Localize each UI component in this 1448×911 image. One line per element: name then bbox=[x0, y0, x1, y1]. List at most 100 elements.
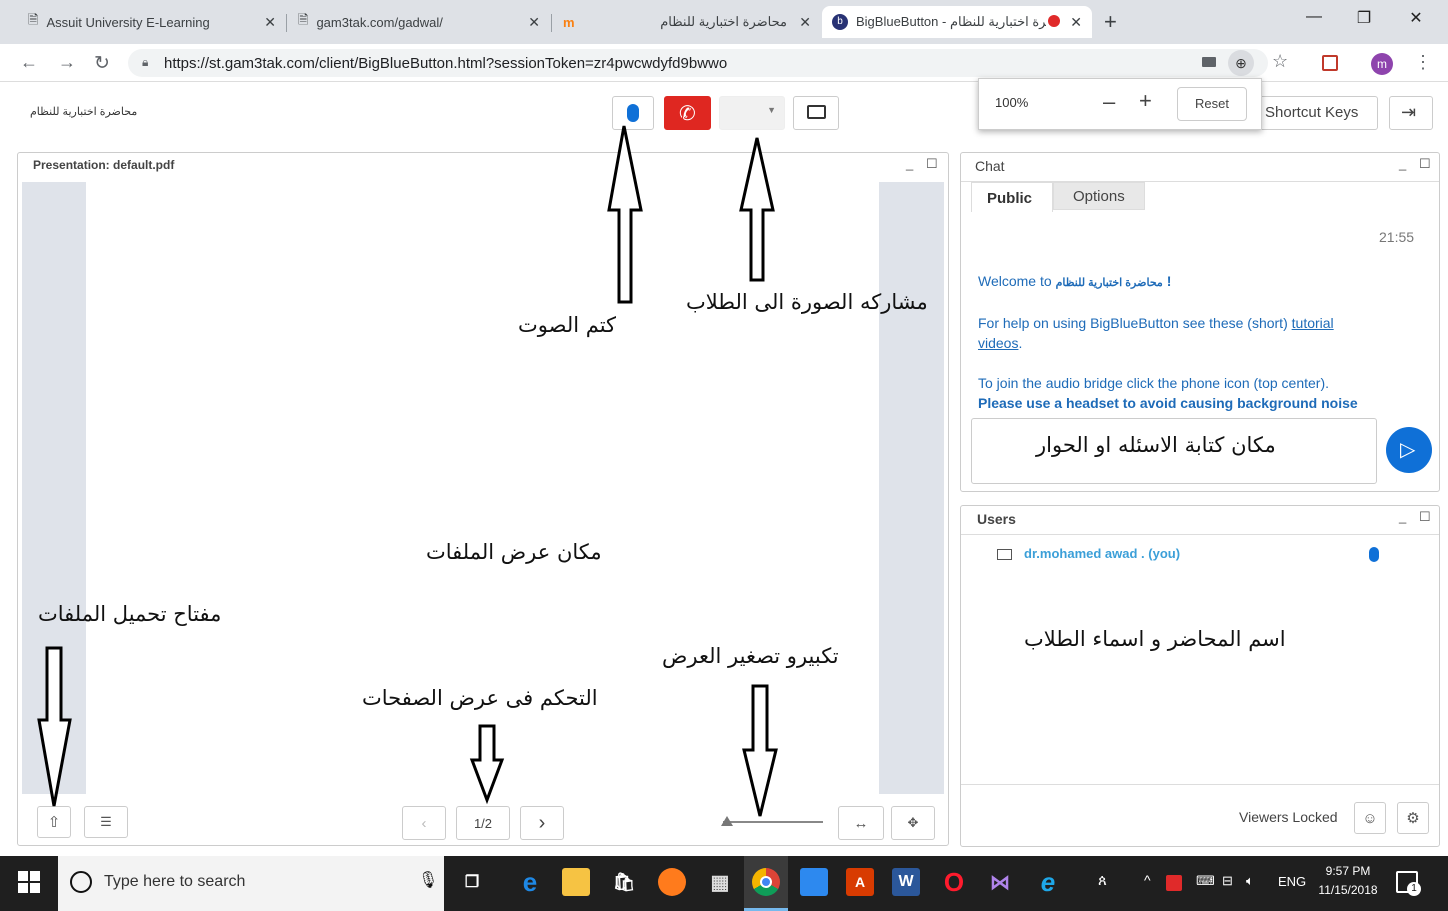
slider-thumb[interactable] bbox=[721, 816, 733, 826]
zoom-out-button[interactable]: – bbox=[1103, 89, 1115, 115]
internet-explorer-icon[interactable]: e bbox=[1034, 867, 1062, 897]
help-period: . bbox=[1018, 335, 1023, 351]
keyboard-icon[interactable]: ⌨ bbox=[1196, 873, 1215, 889]
forward-icon[interactable]: → bbox=[58, 52, 76, 73]
videos-link[interactable]: videos bbox=[978, 335, 1018, 351]
minimize-panel-icon[interactable]: _ bbox=[1399, 156, 1406, 171]
settings-button[interactable]: ⚙ bbox=[1397, 802, 1429, 834]
store-icon[interactable]: 🛍︎ bbox=[610, 868, 638, 896]
notification-button[interactable]: 1 bbox=[1396, 871, 1421, 896]
fit-page-button[interactable]: ✥ bbox=[891, 806, 935, 840]
close-icon[interactable]: ✕ bbox=[799, 14, 811, 31]
restore-icon[interactable]: ❐ bbox=[1344, 8, 1384, 28]
tab-options[interactable]: Options bbox=[1053, 182, 1145, 210]
hangup-button[interactable]: ✆ bbox=[664, 96, 711, 130]
minimize-panel-icon[interactable]: _ bbox=[906, 156, 913, 171]
back-icon[interactable]: ← bbox=[20, 52, 38, 73]
users-title: Users bbox=[977, 511, 1016, 527]
bookmark-star-icon[interactable]: ☆ bbox=[1272, 51, 1288, 72]
volume-icon[interactable]: 🔈︎ bbox=[1246, 873, 1254, 889]
browser-tab-4-active[interactable]: b BigBlueButton - محاضرة اختبارية للنظام… bbox=[822, 6, 1092, 38]
user-row[interactable]: dr.mohamed awad . (you) bbox=[997, 546, 1417, 568]
zoom-reset-button[interactable]: Reset bbox=[1177, 87, 1247, 121]
visual-studio-icon[interactable]: ⋈ bbox=[986, 868, 1014, 896]
send-button[interactable]: ▷ bbox=[1386, 427, 1432, 473]
browser-tabbar: 🗎 Assuit University E-Learning ✕ 🗎 gam3t… bbox=[0, 0, 1448, 44]
start-button[interactable] bbox=[18, 871, 40, 893]
antivirus-icon[interactable] bbox=[1166, 875, 1182, 891]
tab-public[interactable]: Public bbox=[971, 182, 1053, 212]
language-indicator[interactable]: ENG bbox=[1278, 874, 1306, 889]
zoom-icon[interactable]: ⊕ bbox=[1228, 50, 1254, 76]
menu-icon[interactable]: ⋮ bbox=[1414, 52, 1432, 73]
profile-avatar[interactable]: m bbox=[1371, 53, 1393, 75]
zoom-in-button[interactable]: + bbox=[1139, 88, 1152, 114]
close-icon[interactable]: ✕ bbox=[1070, 14, 1082, 31]
minimize-panel-icon[interactable]: _ bbox=[1399, 509, 1406, 524]
tray-chevron-icon[interactable]: ^ bbox=[1144, 872, 1151, 888]
new-tab-button[interactable]: + bbox=[1104, 9, 1117, 35]
close-icon[interactable]: ✕ bbox=[264, 14, 276, 31]
logout-button[interactable]: ⇥ bbox=[1389, 96, 1433, 130]
browser-tab-3[interactable]: m محاضرة اختبارية للنظام ✕ bbox=[553, 6, 821, 38]
gear-icon: ⚙ bbox=[1406, 810, 1420, 827]
share-screen-button[interactable] bbox=[793, 96, 839, 130]
app-icon[interactable] bbox=[800, 868, 828, 896]
network-icon[interactable]: ⊟ bbox=[1222, 873, 1233, 889]
browser-tab-1[interactable]: 🗎 Assuit University E-Learning ✕ bbox=[18, 6, 286, 38]
word-icon[interactable]: W bbox=[892, 868, 920, 896]
audio-text: To join the audio bridge click the phone… bbox=[978, 375, 1329, 391]
fit-width-button[interactable]: ↔ bbox=[838, 806, 884, 840]
opera-icon[interactable]: O bbox=[940, 867, 968, 897]
file-explorer-icon[interactable] bbox=[562, 868, 590, 896]
firefox-icon[interactable] bbox=[658, 868, 686, 896]
browser-tab-2[interactable]: 🗎 gam3tak.com/gadwal/ ✕ bbox=[288, 6, 550, 38]
page-indicator[interactable]: 1/2 bbox=[456, 806, 510, 840]
reload-icon[interactable]: ↻ bbox=[94, 52, 110, 75]
tab-label: Public bbox=[987, 190, 1033, 207]
acrobat-icon[interactable]: A bbox=[846, 868, 874, 896]
microphone-icon[interactable]: 🎙︎ bbox=[418, 870, 438, 890]
prev-page-button[interactable]: ‹ bbox=[402, 806, 446, 840]
maximize-panel-icon[interactable]: ☐ bbox=[1419, 509, 1431, 525]
thumbnails-button[interactable]: ☰ bbox=[84, 806, 128, 838]
task-view-icon[interactable]: ❐ bbox=[458, 868, 486, 896]
phone-icon: ✆ bbox=[679, 103, 696, 125]
calculator-icon[interactable]: ▦ bbox=[706, 868, 734, 896]
chevron-down-icon: ▼ bbox=[767, 105, 776, 115]
upload-icon: ⇧ bbox=[47, 814, 61, 831]
zoom-level: 100% bbox=[995, 95, 1029, 110]
microphone-icon bbox=[627, 104, 639, 122]
close-icon[interactable]: ✕ bbox=[528, 14, 540, 31]
welcome-name: محاضرة اختبارية للنظام bbox=[1055, 277, 1163, 289]
help-message: For help on using BigBlueButton see thes… bbox=[978, 313, 1418, 353]
mute-button[interactable] bbox=[612, 96, 654, 130]
move-icon: ✥ bbox=[907, 815, 919, 830]
emoji-button[interactable]: ☺ bbox=[1354, 802, 1386, 834]
extension-icon[interactable] bbox=[1322, 55, 1338, 71]
webcam-button[interactable]: ▼ bbox=[719, 96, 785, 130]
maximize-panel-icon[interactable]: ☐ bbox=[926, 156, 938, 172]
next-page-button[interactable]: › bbox=[520, 806, 564, 840]
lock-icon: 🔒︎ bbox=[142, 55, 149, 69]
close-window-icon[interactable]: ✕ bbox=[1396, 8, 1436, 28]
address-bar[interactable]: 🔒︎ https://st.gam3tak.com/client/BigBlue… bbox=[128, 49, 1288, 77]
maximize-panel-icon[interactable]: ☐ bbox=[1419, 156, 1431, 172]
meeting-title: محاضرة اختبارية للنظام bbox=[30, 106, 138, 118]
chrome-icon-active[interactable] bbox=[744, 856, 788, 911]
shortcut-keys-button[interactable]: Shortcut Keys bbox=[1248, 96, 1378, 130]
users-panel: Users _ ☐ dr.mohamed awad . (you) Viewer… bbox=[960, 505, 1440, 847]
zoom-slider[interactable] bbox=[721, 816, 823, 827]
minimize-icon[interactable]: — bbox=[1294, 8, 1334, 26]
clock[interactable]: 9:57 PM 11/15/2018 bbox=[1312, 862, 1384, 900]
upload-button[interactable]: ⇧ bbox=[37, 806, 71, 838]
windows-icon-part bbox=[30, 871, 40, 881]
people-icon[interactable]: ጰ bbox=[1098, 872, 1107, 889]
search-box[interactable]: Type here to search 🎙︎ bbox=[58, 856, 444, 911]
logout-icon: ⇥ bbox=[1401, 102, 1417, 122]
zoom-popup: 100% – + Reset bbox=[978, 78, 1262, 130]
camera-icon[interactable] bbox=[1202, 57, 1216, 67]
tutorial-link[interactable]: tutorial bbox=[1292, 315, 1334, 331]
users-divider bbox=[961, 534, 1439, 535]
edge-icon[interactable]: e bbox=[516, 867, 544, 897]
